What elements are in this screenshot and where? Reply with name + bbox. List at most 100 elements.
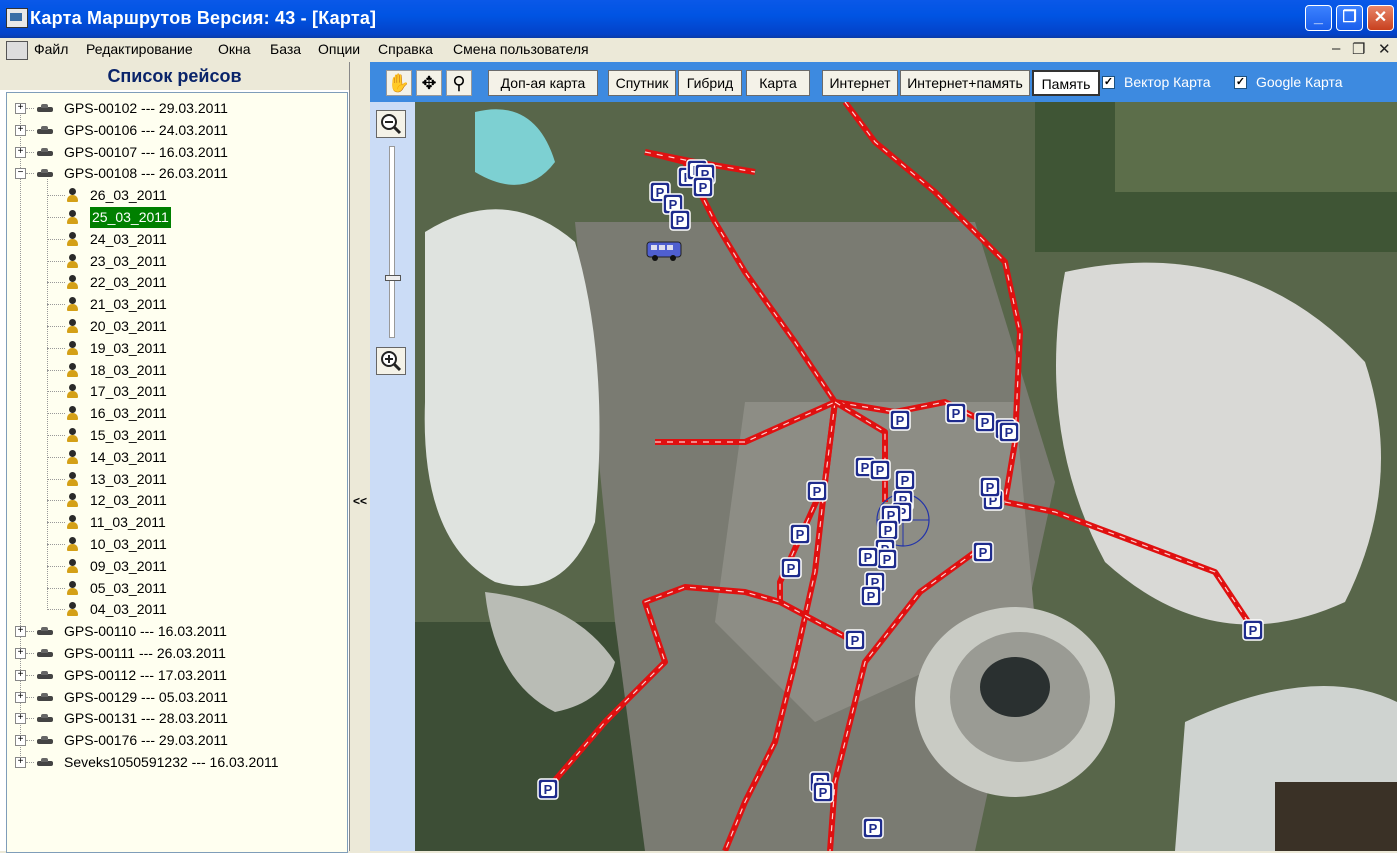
tree-vehicle-node[interactable]: + GPS-00102 --- 29.03.2011	[7, 98, 337, 119]
map-button[interactable]: Карта	[746, 70, 810, 96]
map-toolbar: ✋ ✥ ⚲ Доп-ая карта Спутник Гибрид Карта …	[370, 62, 1397, 102]
tree-day-node[interactable]: 18_03_2011	[7, 360, 337, 381]
menu-windows[interactable]: Окна	[218, 41, 251, 57]
driver-icon	[67, 210, 79, 225]
tree-day-node[interactable]: 14_03_2011	[7, 447, 337, 468]
tree-day-node[interactable]: 09_03_2011	[7, 556, 337, 577]
document-icon[interactable]	[6, 41, 28, 60]
tree-day-node[interactable]: 21_03_2011	[7, 294, 337, 315]
trip-tree[interactable]: + GPS-00102 --- 29.03.2011 + GPS-00106 --- …	[6, 92, 348, 853]
menu-edit[interactable]: Редактирование	[86, 41, 193, 57]
tree-day-node[interactable]: 23_03_2011	[7, 251, 337, 272]
tree-day-node[interactable]: 24_03_2011	[7, 229, 337, 250]
tree-vehicle-node[interactable]: + Seveks1050591232 --- 16.03.2011	[7, 752, 337, 773]
tree-day-node[interactable]: 04_03_2011	[7, 599, 337, 620]
tree-day-node[interactable]: 11_03_2011	[7, 512, 337, 533]
expand-icon[interactable]: +	[15, 757, 26, 768]
tree-day-label: 24_03_2011	[90, 230, 167, 247]
tree-vehicle-node[interactable]: + GPS-00107 --- 16.03.2011	[7, 142, 337, 163]
tree-day-node[interactable]: 22_03_2011	[7, 272, 337, 293]
minimize-button[interactable]: _	[1305, 5, 1332, 31]
mdi-restore-button[interactable]: ❐	[1352, 40, 1365, 58]
field-area	[1115, 102, 1397, 192]
expand-icon[interactable]: +	[15, 124, 26, 136]
tree-vehicle-label: GPS-00129 --- 05.03.2011	[64, 688, 228, 705]
zoom-out-button[interactable]	[376, 110, 406, 138]
internet-button[interactable]: Интернет	[822, 70, 898, 96]
tree-day-node[interactable]: 10_03_2011	[7, 534, 337, 555]
close-button[interactable]: ✕	[1367, 5, 1394, 31]
tree-day-label: 21_03_2011	[90, 296, 167, 313]
expand-icon[interactable]: +	[15, 669, 26, 681]
tree-vehicle-label: GPS-00112 --- 17.03.2011	[64, 666, 227, 683]
tree-day-node[interactable]: 13_03_2011	[7, 469, 337, 490]
expand-icon[interactable]: +	[15, 626, 26, 638]
svg-text:P: P	[901, 473, 910, 488]
tree-day-node[interactable]: 17_03_2011	[7, 381, 337, 402]
tree-vehicle-node[interactable]: + GPS-00112 --- 17.03.2011	[7, 665, 337, 686]
expand-icon[interactable]: +	[15, 735, 26, 747]
tree-vehicle-node[interactable]: + GPS-00129 --- 05.03.2011	[7, 687, 337, 708]
tree-day-node[interactable]: 15_03_2011	[7, 425, 337, 446]
tree-vehicle-node[interactable]: − GPS-00108 --- 26.03.2011	[7, 163, 337, 184]
tree-vehicle-node[interactable]: + GPS-00131 --- 28.03.2011	[7, 708, 337, 729]
svg-text:P: P	[869, 821, 878, 836]
map-canvas[interactable]: PPPPPPPPPPPPPPPPPPPPPPPPPPPPPPPPPPPP	[415, 102, 1397, 851]
tree-day-label: 04_03_2011	[90, 601, 167, 618]
hand-icon[interactable]: ✋	[386, 70, 412, 96]
mdi-minimize-button[interactable]: –	[1332, 40, 1340, 57]
tree-day-node[interactable]: 05_03_2011	[7, 578, 337, 599]
expand-icon[interactable]: +	[15, 648, 26, 659]
menu-switch-user[interactable]: Смена пользователя	[453, 41, 589, 57]
svg-text:P: P	[876, 463, 885, 478]
panel-splitter[interactable]: <<	[350, 62, 370, 851]
tree-vehicle-node[interactable]: + GPS-00111 --- 26.03.2011	[7, 643, 337, 664]
collapse-panel-button[interactable]: <<	[350, 494, 370, 508]
mdi-close-button[interactable]: ✕	[1378, 40, 1391, 58]
internet-memory-button[interactable]: Интернет+память	[900, 70, 1030, 96]
collapse-icon[interactable]: −	[15, 168, 26, 180]
tree-day-node[interactable]: 26_03_2011	[7, 185, 337, 206]
tree-day-node[interactable]: 16_03_2011	[7, 403, 337, 424]
tree-day-node[interactable]: 25_03_2011	[7, 207, 337, 228]
tree-vehicle-label: GPS-00102 --- 29.03.2011	[64, 100, 228, 116]
svg-text:P: P	[796, 527, 805, 542]
menu-options[interactable]: Опции	[318, 41, 360, 57]
vector-map-checkbox[interactable]: ✓	[1102, 76, 1115, 89]
expand-icon[interactable]: +	[15, 691, 26, 703]
tree-day-node[interactable]: 12_03_2011	[7, 490, 337, 511]
trip-list-panel: Список рейсов + GPS-00102 --- 29.03.2011 +…	[0, 62, 350, 853]
move-icon[interactable]: ✥	[416, 70, 442, 96]
tree-day-node[interactable]: 20_03_2011	[7, 316, 337, 337]
svg-text:P: P	[819, 785, 828, 800]
menu-database[interactable]: База	[270, 41, 301, 57]
zoom-in-button[interactable]	[376, 347, 406, 375]
parking-marker-icon: P	[669, 209, 691, 231]
driver-icon	[67, 253, 79, 269]
tree-vehicle-node[interactable]: + GPS-00176 --- 29.03.2011	[7, 730, 337, 751]
expand-icon[interactable]: +	[15, 103, 26, 114]
menu-help[interactable]: Справка	[378, 41, 433, 57]
extra-map-button[interactable]: Доп-ая карта	[488, 70, 598, 96]
tree-day-label: 19_03_2011	[90, 339, 167, 356]
zoom-slider[interactable]	[384, 146, 401, 338]
parking-marker-icon: P	[974, 411, 996, 433]
satellite-button[interactable]: Спутник	[608, 70, 676, 96]
menu-file[interactable]: Файл	[34, 41, 68, 57]
app-icon[interactable]	[6, 8, 28, 28]
satellite-map-view[interactable]: PPPPPPPPPPPPPPPPPPPPPPPPPPPPPPPPPPPP	[415, 102, 1397, 851]
expand-icon[interactable]: +	[15, 146, 26, 158]
driver-icon	[67, 384, 79, 399]
zoom-slider-thumb[interactable]	[385, 275, 401, 282]
expand-icon[interactable]: +	[15, 713, 26, 725]
driver-icon	[67, 188, 79, 203]
google-map-checkbox[interactable]: ✓	[1234, 76, 1247, 89]
tree-day-node[interactable]: 19_03_2011	[7, 338, 337, 359]
magnifier-icon[interactable]: ⚲	[446, 70, 472, 96]
maximize-button[interactable]: ❐	[1336, 5, 1363, 31]
tree-vehicle-node[interactable]: + GPS-00106 --- 24.03.2011	[7, 120, 337, 141]
tree-vehicle-node[interactable]: + GPS-00110 --- 16.03.2011	[7, 621, 337, 642]
tree-day-label: 17_03_2011	[90, 383, 167, 400]
memory-button[interactable]: Память	[1032, 70, 1100, 96]
hybrid-button[interactable]: Гибрид	[678, 70, 742, 96]
